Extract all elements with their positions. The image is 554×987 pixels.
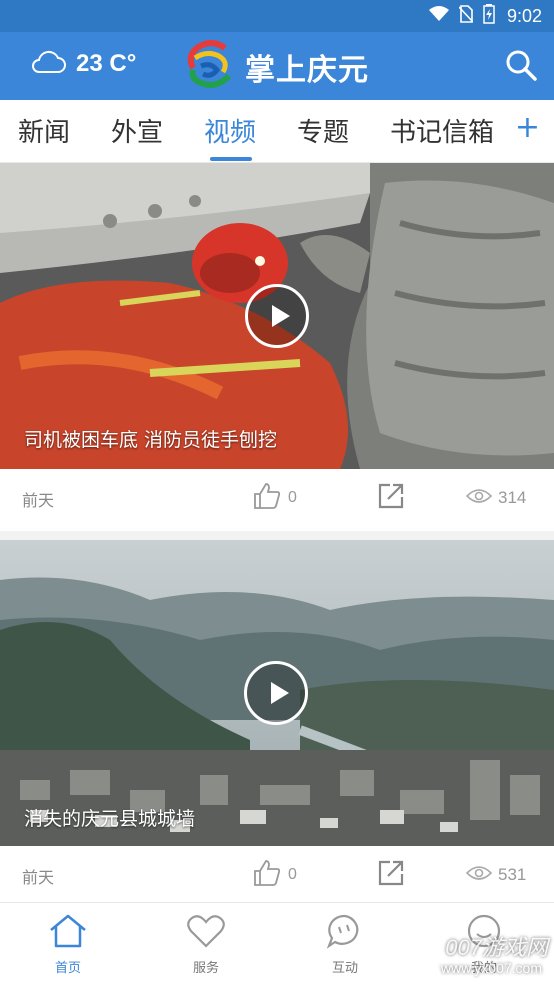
share-icon [376, 483, 406, 515]
tab-video[interactable]: 视频 [204, 112, 256, 149]
video-meta-bar: 前天 0 531 [0, 846, 554, 902]
tab-outreach[interactable]: 外宣 [111, 112, 163, 149]
view-count: 314 [498, 488, 527, 507]
nav-home[interactable]: 首页 [28, 913, 108, 976]
site-watermark-url: www.yx007.com [440, 960, 542, 976]
nav-services-label: 服务 [192, 961, 219, 976]
weather-widget[interactable]: 23 C° [30, 50, 136, 78]
tab-secretary-mailbox[interactable]: 书记信箱 [390, 112, 494, 149]
brand-name: 掌上庆元 [245, 53, 369, 88]
view-counter: 531 [465, 864, 527, 886]
nav-interact[interactable]: 互动 [305, 913, 385, 976]
home-icon [48, 914, 88, 953]
status-bar: 9:02 [0, 0, 554, 32]
category-tabs: 新闻 外宣 视频 专题 书记信箱 + [0, 100, 554, 163]
like-button[interactable]: 0 [252, 858, 297, 892]
wifi-icon [428, 5, 449, 27]
no-sim-icon [458, 4, 474, 28]
share-icon [376, 860, 406, 892]
like-button[interactable]: 0 [252, 481, 297, 515]
chat-icon [325, 914, 365, 953]
like-count: 0 [288, 489, 297, 506]
clock: 9:02 [506, 5, 542, 26]
app-logo: 掌上庆元 [185, 40, 369, 94]
thumbs-up-icon [252, 481, 282, 515]
nav-home-label: 首页 [54, 961, 81, 976]
tab-news[interactable]: 新闻 [18, 112, 70, 149]
nav-interact-label: 互动 [331, 961, 358, 976]
search-button[interactable] [504, 48, 538, 82]
video-date: 前天 [22, 868, 55, 887]
app-header: 23 C° 掌上庆元 [0, 32, 554, 100]
active-tab-indicator [210, 157, 252, 161]
thumbs-up-icon [252, 858, 282, 892]
site-watermark: 007游戏网 [445, 935, 548, 960]
heart-icon [186, 915, 226, 953]
cloud-icon [30, 50, 66, 78]
logo-mark-icon [185, 40, 237, 94]
tab-topics[interactable]: 专题 [297, 112, 349, 149]
temperature: 23 C° [76, 50, 137, 77]
video-thumbnail[interactable]: 消失的庆元县城城墙 [0, 540, 554, 846]
share-button[interactable] [376, 481, 406, 515]
like-count: 0 [288, 866, 297, 883]
search-icon [504, 50, 538, 86]
add-tab-button[interactable]: + [515, 110, 540, 145]
video-title: 司机被困车底 消防员徒手刨挖 [24, 429, 278, 451]
view-counter: 314 [465, 487, 527, 509]
battery-icon [483, 3, 495, 29]
video-card: 消失的庆元县城城墙 前天 0 531 [0, 540, 554, 902]
play-button[interactable] [244, 661, 308, 725]
video-card: 司机被困车底 消防员徒手刨挖 前天 0 314 [0, 163, 554, 531]
eye-icon [465, 864, 493, 886]
video-date: 前天 [22, 491, 55, 510]
share-button[interactable] [376, 858, 406, 892]
video-thumbnail[interactable]: 司机被困车底 消防员徒手刨挖 [0, 163, 554, 469]
eye-icon [465, 487, 493, 509]
video-meta-bar: 前天 0 314 [0, 469, 554, 531]
video-title: 消失的庆元县城城墙 [24, 808, 196, 830]
play-button[interactable] [245, 284, 309, 348]
nav-services[interactable]: 服务 [166, 913, 246, 976]
view-count: 531 [498, 865, 527, 884]
